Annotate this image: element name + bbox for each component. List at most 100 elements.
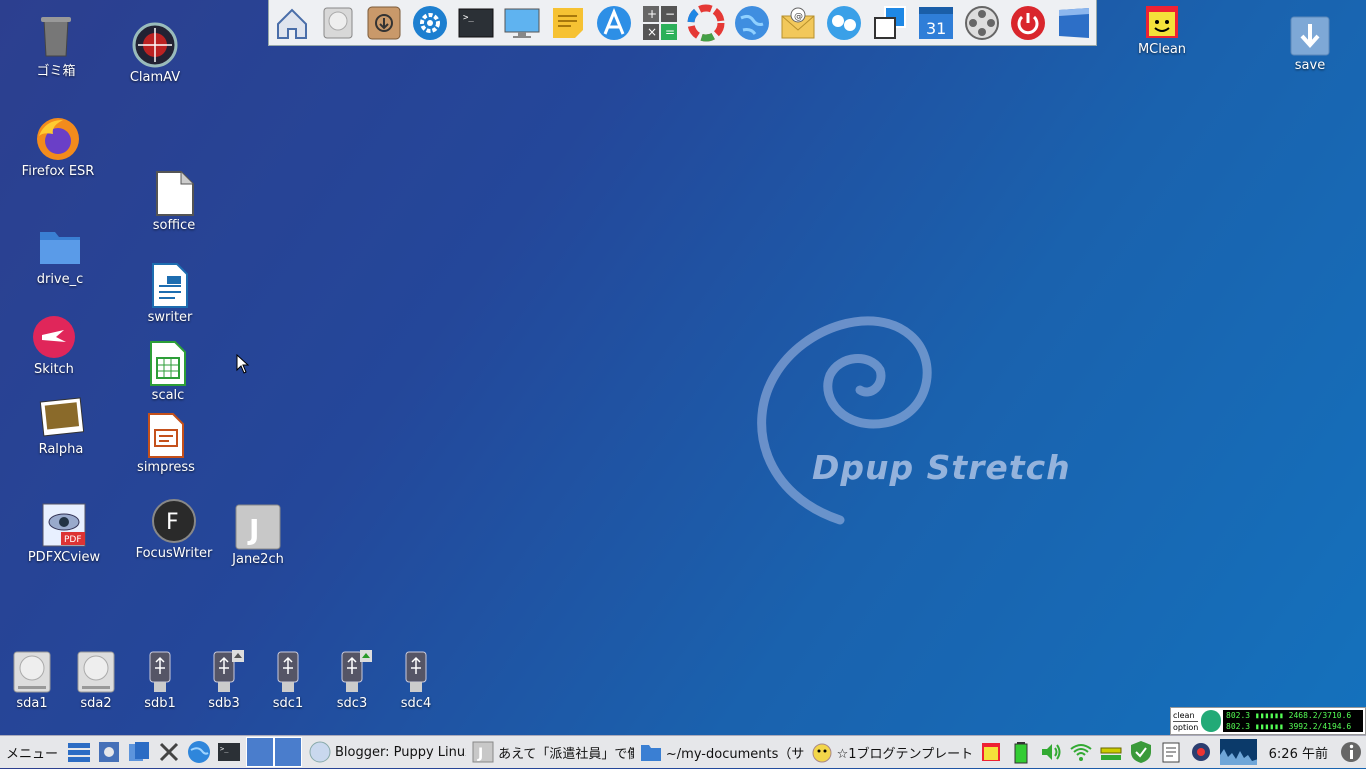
desktop-icon-soffice[interactable]: soffice bbox=[129, 170, 219, 233]
home-icon[interactable] bbox=[273, 4, 311, 42]
clipboard-icon[interactable] bbox=[1159, 740, 1183, 764]
desktop-icon-scalc[interactable]: scalc bbox=[123, 340, 213, 403]
task-label: ☆1ブログテンプレート bbox=[836, 746, 974, 762]
svg-text:=: = bbox=[665, 25, 675, 39]
pdf-viewer-icon: PDF bbox=[41, 502, 87, 548]
chat-icon[interactable] bbox=[825, 4, 863, 42]
monitor-face-icon bbox=[1201, 710, 1221, 732]
file-manager-icon[interactable] bbox=[126, 739, 152, 765]
task-blog-template[interactable]: ☆1ブログテンプレート bbox=[806, 737, 977, 767]
browser-globe-icon[interactable] bbox=[186, 739, 212, 765]
tools-icon[interactable] bbox=[156, 739, 182, 765]
svg-text:J: J bbox=[247, 513, 259, 546]
drive-icon[interactable] bbox=[319, 4, 357, 42]
mail-icon[interactable]: @ bbox=[779, 4, 817, 42]
svg-text:×: × bbox=[647, 25, 657, 39]
image-viewer-icon bbox=[38, 394, 85, 440]
svg-text:−: − bbox=[665, 7, 675, 21]
desktop-icon-label: Firefox ESR bbox=[21, 164, 95, 179]
task-jane2ch[interactable]: J あえて「派遣社員」で働 bbox=[467, 737, 635, 767]
shield-icon[interactable] bbox=[1129, 740, 1153, 764]
drive-icon-sdc4[interactable]: sdc4 bbox=[371, 650, 461, 711]
desktop-icon-save[interactable]: save bbox=[1265, 16, 1355, 73]
desktop-icon-label: PDFXCview bbox=[27, 550, 101, 565]
option-button[interactable]: option bbox=[1173, 722, 1198, 733]
calendar-icon[interactable]: 31 bbox=[917, 4, 955, 42]
install-icon[interactable] bbox=[365, 4, 403, 42]
folder-icon bbox=[37, 224, 83, 270]
jane2ch-icon: J bbox=[472, 741, 494, 763]
skitch-icon bbox=[31, 314, 77, 360]
film-reel-icon[interactable] bbox=[963, 4, 1001, 42]
task-label: あえて「派遣社員」で働 bbox=[498, 746, 635, 762]
desktop-icon-label: MClean bbox=[1137, 42, 1187, 57]
clean-button[interactable]: clean bbox=[1173, 710, 1199, 722]
terminal-icon[interactable]: >_ bbox=[216, 739, 242, 765]
focuswriter-icon: F bbox=[151, 498, 197, 544]
desktop-icon-simpress[interactable]: simpress bbox=[121, 412, 211, 475]
desktop-icon-jane2ch[interactable]: J Jane2ch bbox=[213, 504, 303, 567]
task-file-manager[interactable]: ~/my-documents（サム bbox=[635, 737, 806, 767]
desktop-icon-label: swriter bbox=[147, 310, 193, 325]
workspace-1[interactable] bbox=[246, 737, 275, 767]
download-arrow-icon bbox=[1290, 16, 1330, 56]
puzzle-icon[interactable] bbox=[96, 739, 122, 765]
mclean-icon bbox=[1144, 4, 1180, 40]
desktop-icon-skitch[interactable]: Skitch bbox=[9, 314, 99, 377]
desktop-icon-firefox[interactable]: Firefox ESR bbox=[13, 116, 103, 179]
desktop-icon-focuswriter[interactable]: F FocusWriter bbox=[129, 498, 219, 561]
mclean-tray-icon[interactable] bbox=[979, 740, 1003, 764]
svg-text:>_: >_ bbox=[463, 13, 474, 23]
calc-icon bbox=[145, 340, 191, 386]
drive-status-icon[interactable] bbox=[1099, 740, 1123, 764]
system-monitor-widget: clean option 802.3 ▮▮▮▮▮▮ 2468.2/3710.6 … bbox=[1170, 707, 1366, 735]
monitor-line1b: 2468.2/3710.6 bbox=[1288, 711, 1352, 720]
desktop-icon-pdfxcview[interactable]: PDF PDFXCview bbox=[19, 502, 109, 565]
top-launcher-bar: >_ + − × = @ 31 bbox=[268, 0, 1097, 46]
svg-text:F: F bbox=[166, 510, 179, 535]
hard-disk-icon bbox=[76, 650, 116, 694]
windows-icon[interactable] bbox=[871, 4, 909, 42]
clock[interactable]: 6:26 午前 bbox=[1261, 743, 1336, 762]
globe-icon[interactable] bbox=[733, 4, 771, 42]
workspace-2[interactable] bbox=[274, 737, 303, 767]
start-menu-button[interactable]: メニュー bbox=[0, 736, 64, 768]
desktop-icon-clamav[interactable]: ClamAV bbox=[110, 22, 200, 85]
desktop-icon-ralpha[interactable]: Ralpha bbox=[16, 394, 106, 457]
svg-text:@: @ bbox=[794, 12, 803, 22]
desktop-icon-swriter[interactable]: swriter bbox=[125, 262, 215, 325]
chick-icon bbox=[811, 741, 833, 763]
notes-icon[interactable] bbox=[549, 4, 587, 42]
impress-icon bbox=[143, 412, 189, 458]
desktop-switch-icon[interactable] bbox=[66, 739, 92, 765]
power-icon[interactable] bbox=[1009, 4, 1047, 42]
task-blogger[interactable]: Blogger: Puppy Linux bbox=[304, 737, 467, 767]
wifi-icon[interactable] bbox=[1069, 740, 1093, 764]
terminal-icon[interactable]: >_ bbox=[457, 4, 495, 42]
svg-text:J: J bbox=[477, 746, 483, 762]
usb-drive-mounted-icon bbox=[204, 650, 244, 694]
desktop-icon-drive-c[interactable]: drive_c bbox=[15, 224, 105, 287]
desktop-icon-label: Jane2ch bbox=[232, 552, 284, 567]
battery-icon[interactable] bbox=[1009, 740, 1033, 764]
svg-text:+: + bbox=[647, 7, 657, 21]
screenshot-icon[interactable] bbox=[1189, 740, 1213, 764]
settings-icon[interactable] bbox=[411, 4, 449, 42]
trash-icon bbox=[33, 12, 79, 58]
window-icon[interactable] bbox=[1055, 4, 1093, 42]
color-wheel-icon[interactable] bbox=[687, 4, 725, 42]
volume-icon[interactable] bbox=[1039, 740, 1063, 764]
browser-a-icon[interactable] bbox=[595, 4, 633, 42]
desktop-icon-mclean[interactable]: MClean bbox=[1117, 4, 1207, 57]
hard-disk-icon bbox=[12, 650, 52, 694]
display-icon[interactable] bbox=[503, 4, 541, 42]
calculator-icon[interactable]: + − × = bbox=[641, 4, 679, 42]
desktop-icon-label: FocusWriter bbox=[135, 546, 213, 561]
calendar-day-text: 31 bbox=[926, 19, 946, 38]
workspace-pager[interactable] bbox=[246, 737, 303, 767]
browser-globe-icon bbox=[309, 741, 331, 763]
writer-icon bbox=[147, 262, 193, 308]
info-icon[interactable] bbox=[1339, 740, 1363, 764]
desktop-icon-label: drive_c bbox=[36, 272, 84, 287]
desktop-icon-trash[interactable]: ゴミ箱 bbox=[11, 12, 101, 79]
